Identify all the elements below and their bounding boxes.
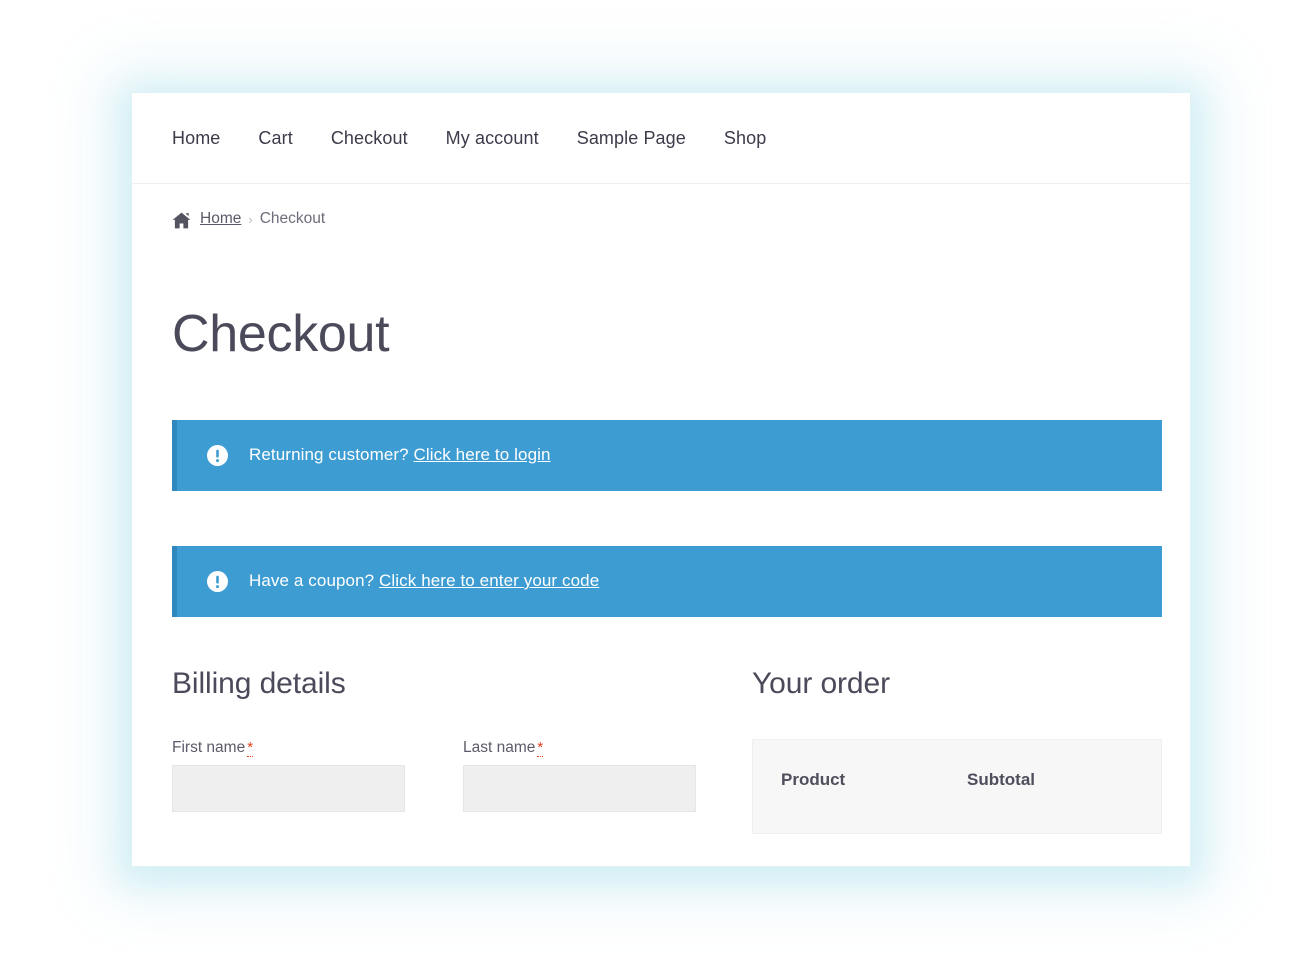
home-icon: [172, 212, 191, 229]
nav-list: Home Cart Checkout My account Sample Pag…: [172, 128, 766, 149]
nav-item-home[interactable]: Home: [172, 128, 220, 149]
first-name-label: First name *: [172, 738, 405, 757]
first-name-label-text: First name: [172, 738, 246, 756]
last-name-label-text: Last name: [463, 738, 536, 756]
site-navigation: Home Cart Checkout My account Sample Pag…: [132, 93, 1190, 184]
nav-item-cart[interactable]: Cart: [258, 128, 292, 149]
billing-details-section: Billing details First name * Last name *: [172, 667, 752, 834]
order-column-product: Product: [781, 769, 846, 789]
coupon-notice[interactable]: Have a coupon? Click here to enter your …: [172, 545, 1162, 617]
breadcrumb-current: Checkout: [259, 210, 326, 227]
first-name-input[interactable]: [172, 764, 405, 812]
exclamation-circle-icon: [207, 570, 228, 592]
coupon-prompt: Have a coupon?: [249, 571, 375, 591]
last-name-label: Last name *: [463, 738, 696, 757]
order-table-header-row: Product Subtotal: [781, 770, 1133, 790]
checkout-columns: Billing details First name* Last name*: [132, 667, 1190, 834]
first-name-field-group: First name *: [172, 738, 405, 812]
returning-customer-text: Returning customer? Click here to login: [249, 445, 551, 465]
last-name-field-group: Last name *: [463, 738, 696, 812]
returning-customer-notice[interactable]: Returning customer? Click here to login: [172, 419, 1162, 491]
breadcrumb-separator: ›: [248, 211, 253, 227]
your-order-heading: Your order: [752, 666, 890, 700]
required-asterisk: *: [537, 738, 544, 757]
returning-customer-prompt: Returning customer?: [249, 445, 409, 465]
order-column-subtotal: Subtotal: [967, 769, 1035, 789]
billing-details-heading: Billing details: [172, 666, 346, 700]
required-asterisk: *: [247, 738, 254, 757]
nav-item-shop[interactable]: Shop: [724, 128, 766, 149]
nav-item-checkout[interactable]: Checkout: [331, 128, 408, 149]
page-title: Checkout: [172, 305, 390, 363]
breadcrumb: Home › Checkout: [132, 184, 1190, 228]
coupon-link[interactable]: Click here to enter your code: [379, 571, 599, 590]
order-review-panel: Product Subtotal: [752, 738, 1162, 834]
your-order-section: Your order Product Subtotal: [752, 667, 1162, 834]
nav-item-my-account[interactable]: My account: [446, 128, 539, 149]
exclamation-circle-icon: [207, 444, 228, 466]
coupon-text: Have a coupon? Click here to enter your …: [249, 571, 599, 591]
page-card: Home Cart Checkout My account Sample Pag…: [132, 93, 1190, 866]
name-field-row: First name * Last name *: [172, 738, 717, 812]
login-link[interactable]: Click here to login: [414, 445, 551, 464]
breadcrumb-link-home[interactable]: Home: [200, 210, 241, 228]
last-name-input[interactable]: [463, 764, 696, 812]
nav-item-sample-page[interactable]: Sample Page: [577, 128, 686, 149]
